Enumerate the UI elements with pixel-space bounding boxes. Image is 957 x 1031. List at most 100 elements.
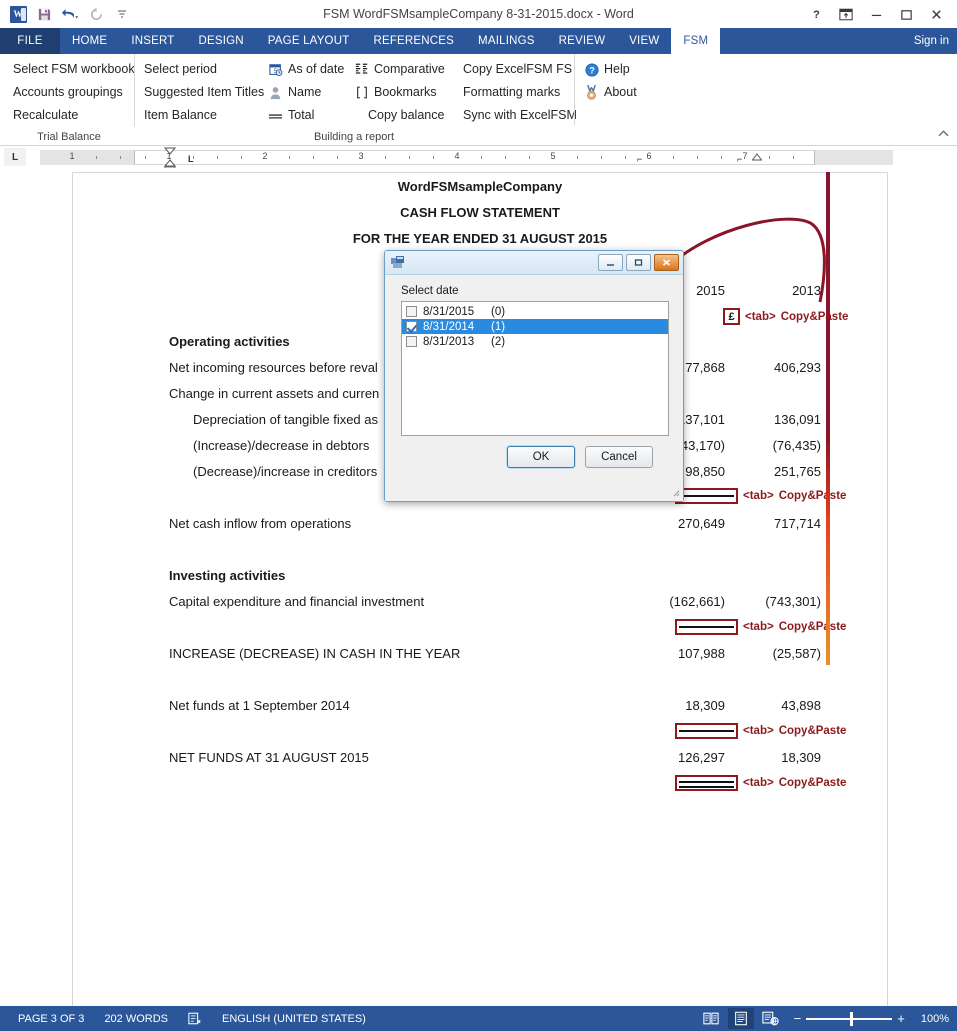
resize-grip-icon[interactable] [671, 488, 680, 499]
date-list-item-2[interactable]: 8/31/2013 (2) [402, 334, 668, 349]
tab-view[interactable]: VIEW [617, 28, 671, 54]
window-buttons: ? [801, 2, 957, 26]
ok-button[interactable]: OK [507, 446, 575, 468]
select-date-label: Select date [401, 285, 459, 297]
doc-section-heading-investing: Investing activities [169, 568, 286, 583]
total-line-box [675, 488, 738, 504]
sign-in-link[interactable]: Sign in [914, 28, 957, 54]
doc-row-label: Capital expenditure and financial invest… [169, 594, 425, 609]
minimize-icon[interactable] [861, 2, 891, 26]
item-balance-button[interactable]: Item Balance [141, 104, 253, 127]
customize-qat-icon[interactable] [110, 3, 134, 25]
web-layout-icon[interactable] [758, 1008, 784, 1029]
right-indent-marker[interactable] [752, 153, 762, 164]
tab-marker-label: <tab> [745, 310, 776, 323]
restore-icon[interactable] [891, 2, 921, 26]
select-date-dialog[interactable]: Select date 8/31/2015 (0) 8/31/2014 (1) … [384, 250, 684, 502]
ribbon-display-options-icon[interactable] [831, 2, 861, 26]
dialog-maximize-icon[interactable] [626, 254, 651, 271]
tab-file[interactable]: FILE [0, 28, 60, 54]
person-icon [268, 85, 283, 100]
tab-mailings[interactable]: MAILINGS [466, 28, 547, 54]
tab-insert[interactable]: INSERT [119, 28, 186, 54]
formatting-marks-button[interactable]: Formatting marks [460, 81, 568, 104]
copy-paste-marker-subtotal-2[interactable]: <tab> Copy&Paste [675, 619, 846, 635]
recalculate-button[interactable]: Recalculate [10, 104, 138, 127]
copy-paste-marker-subtotal-3[interactable]: <tab> Copy&Paste [675, 723, 846, 739]
doc-row-value-2013: 136,091 [774, 412, 821, 427]
doc-row-value-2015: 107,988 [678, 646, 725, 661]
copy-paste-marker-subtotal-1[interactable]: <tab> Copy&Paste [675, 488, 846, 504]
copy-balance-button[interactable]: Copy balance [351, 104, 448, 127]
copy-paste-marker-grandtotal[interactable]: <tab> Copy&Paste [675, 775, 846, 791]
doc-row-value-2013: 717,714 [774, 516, 821, 531]
dialog-title-bar[interactable] [385, 251, 683, 275]
tab-fsm[interactable]: FSM [671, 28, 721, 54]
accounts-groupings-button[interactable]: Accounts groupings [10, 81, 138, 104]
select-period-button[interactable]: Select period [141, 58, 253, 81]
save-icon[interactable] [32, 3, 56, 25]
tab-stop-marker[interactable]: L [188, 154, 194, 164]
doc-row-label: INCREASE (DECREASE) IN CASH IN THE YEAR [169, 646, 461, 661]
language-indicator[interactable]: ENGLISH (UNITED STATES) [212, 1013, 376, 1025]
right-gutter [888, 172, 957, 1006]
undo-icon[interactable] [58, 3, 82, 25]
date-checkbox-0[interactable] [406, 306, 417, 317]
page-indicator[interactable]: PAGE 3 OF 3 [8, 1013, 94, 1025]
status-bar-right: − + 100% [698, 1008, 949, 1029]
date-list[interactable]: 8/31/2015 (0) 8/31/2014 (1) 8/31/2013 (2… [401, 301, 669, 436]
copy-excelfsm-fs-button[interactable]: Copy ExcelFSM FS [460, 58, 572, 81]
horizontal-ruler[interactable]: 1 1 2 3 4 5 6 7 L ⌐ ⌐ [40, 147, 893, 168]
date-list-item-0[interactable]: 8/31/2015 (0) [402, 304, 668, 319]
dialog-close-icon[interactable] [654, 254, 679, 271]
zoom-track[interactable] [806, 1011, 893, 1026]
zoom-slider[interactable]: − + [788, 1011, 911, 1026]
sync-with-excelfsm-button[interactable]: Sync with ExcelFSM [460, 104, 577, 127]
help-icon[interactable]: ? [801, 2, 831, 26]
zoom-knob[interactable] [850, 1011, 854, 1026]
date-checkbox-2[interactable] [406, 336, 417, 347]
tab-marker-label: <tab> [743, 777, 774, 789]
tab-design[interactable]: DESIGN [186, 28, 255, 54]
doc-row-value-2013: 43,898 [781, 698, 821, 713]
cancel-button[interactable]: Cancel [585, 446, 653, 468]
tab-stop-selector-button[interactable]: L [4, 148, 26, 166]
tab-review[interactable]: REVIEW [547, 28, 618, 54]
tab-stop-marker[interactable]: ⌐ [737, 154, 742, 164]
help-button[interactable]: ? Help [581, 58, 640, 81]
name-button[interactable]: Name [265, 81, 339, 104]
ribbon-group-help: ? Help About [574, 54, 652, 145]
about-button[interactable]: About [581, 81, 640, 104]
date-list-item-1[interactable]: 8/31/2014 (1) [402, 319, 668, 334]
print-layout-icon[interactable] [727, 1008, 754, 1029]
close-icon[interactable] [921, 2, 951, 26]
as-of-date-button[interactable]: 5 As of date [265, 58, 344, 81]
suggested-item-titles-button[interactable]: Suggested Item Titles [141, 81, 264, 104]
tab-stop-marker[interactable]: ⌐ [637, 154, 642, 164]
tab-page-layout[interactable]: PAGE LAYOUT [256, 28, 362, 54]
comparative-button[interactable]: Comparative [351, 58, 448, 81]
zoom-level[interactable]: 100% [915, 1013, 949, 1025]
zoom-in-button[interactable]: + [897, 1012, 905, 1025]
total-line-icon [268, 108, 283, 123]
title-bar: FSM WordFSMsampleCompany 8-31-2015.docx … [0, 0, 957, 28]
tab-marker-label: <tab> [743, 490, 774, 502]
dialog-minimize-icon[interactable] [598, 254, 623, 271]
doc-row-label: NET FUNDS AT 31 AUGUST 2015 [169, 750, 369, 765]
word-count[interactable]: 202 WORDS [94, 1013, 178, 1025]
tab-references[interactable]: REFERENCES [361, 28, 466, 54]
zoom-out-button[interactable]: − [794, 1012, 802, 1025]
svg-text:?: ? [813, 9, 820, 21]
copy-paste-label: Copy&Paste [778, 725, 847, 737]
bookmarks-button[interactable]: Bookmarks [351, 81, 448, 104]
select-fsm-workbook-button[interactable]: Select FSM workbook [10, 58, 138, 81]
first-line-indent-marker[interactable] [164, 147, 176, 168]
doc-row-label: Change in current assets and curren [169, 386, 380, 401]
total-button[interactable]: Total [265, 104, 339, 127]
date-index: (2) [491, 335, 506, 348]
tab-home[interactable]: HOME [60, 28, 119, 54]
proofing-errors-icon[interactable] [178, 1012, 212, 1025]
date-checkbox-1[interactable] [406, 321, 417, 332]
collapse-ribbon-button[interactable] [938, 129, 949, 141]
read-mode-icon[interactable] [698, 1008, 724, 1029]
